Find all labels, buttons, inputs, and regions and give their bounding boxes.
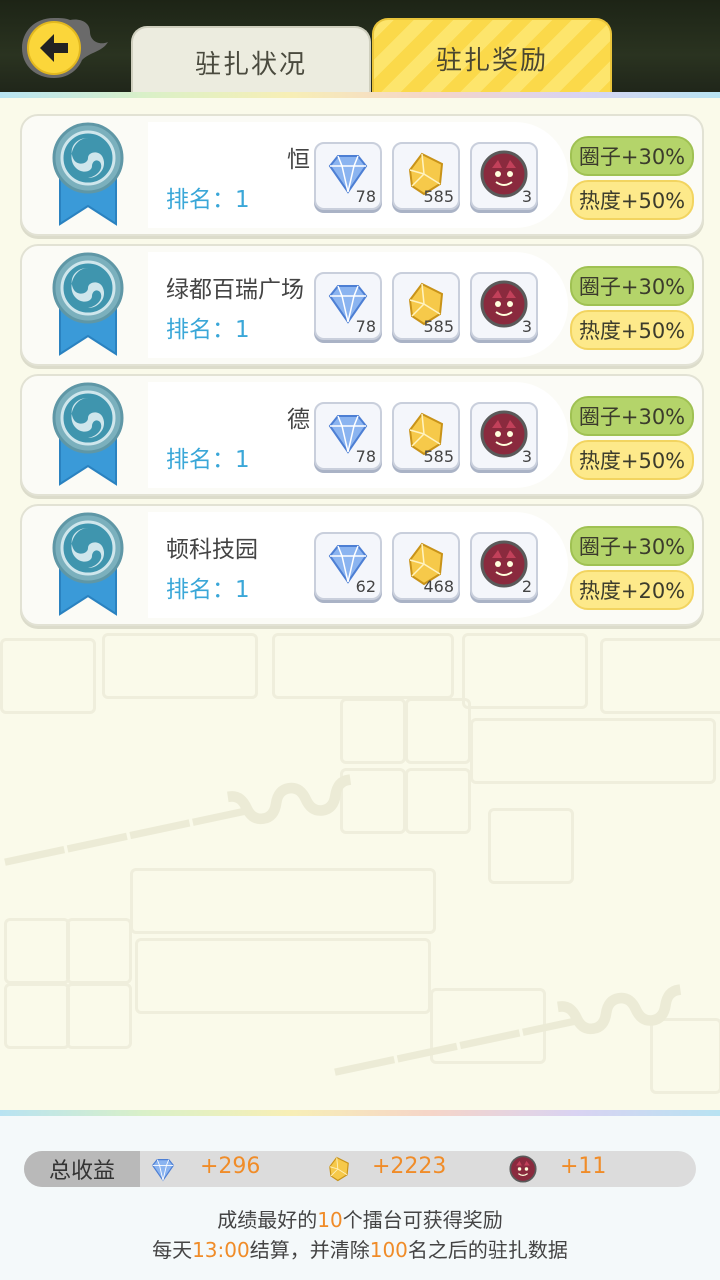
item-quantity: 468 xyxy=(423,577,454,596)
medal-icon xyxy=(52,382,124,486)
circle-bonus-badge: 圈子+30% xyxy=(570,526,694,566)
reward-item-diamond[interactable]: 78 xyxy=(314,272,382,340)
reward-item-gold-crystal[interactable]: 585 xyxy=(392,272,460,340)
reward-item-diamond[interactable]: 78 xyxy=(314,402,382,470)
bg-watermark: 〰 xyxy=(552,937,691,1094)
bg-pattern-box xyxy=(462,633,588,709)
item-quantity: 78 xyxy=(355,447,376,466)
reward-item-gold-crystal[interactable]: 468 xyxy=(392,532,460,600)
item-quantity: 2 xyxy=(521,577,532,596)
reward-item-monster-token[interactable]: 3 xyxy=(470,142,538,210)
reward-item-monster-token[interactable]: 3 xyxy=(470,272,538,340)
reward-item-monster-token[interactable]: 3 xyxy=(470,402,538,470)
heat-bonus-badge: 热度+20% xyxy=(570,570,694,610)
station-card: 恒 排名：1 78 585 3 圈子+30% 热度+50% xyxy=(20,114,704,236)
diamond-icon xyxy=(151,1159,175,1182)
medal-icon xyxy=(52,252,124,356)
total-diamond-value: +296 xyxy=(200,1154,261,1179)
rank-label: 排名：1 xyxy=(166,317,250,343)
reward-item-diamond[interactable]: 62 xyxy=(314,532,382,600)
reward-item-gold-crystal[interactable]: 585 xyxy=(392,402,460,470)
bg-pattern-box xyxy=(66,983,132,1049)
reward-item-gold-crystal[interactable]: 585 xyxy=(392,142,460,210)
back-button[interactable] xyxy=(18,12,110,82)
tab-station-status[interactable]: 驻扎状况 xyxy=(131,26,371,96)
heat-bonus-badge: 热度+50% xyxy=(570,440,694,480)
station-name: 绿都百瑞广场 xyxy=(166,277,304,303)
bg-pattern-box xyxy=(405,698,471,764)
item-quantity: 62 xyxy=(355,577,376,596)
reward-item-diamond[interactable]: 78 xyxy=(314,142,382,210)
note-highlight: 10 xyxy=(317,1208,343,1232)
rank-label: 排名：1 xyxy=(166,447,250,473)
medal-icon xyxy=(52,512,124,616)
item-quantity: 3 xyxy=(521,447,532,466)
item-quantity: 3 xyxy=(521,187,532,206)
bg-pattern-box xyxy=(0,638,96,714)
item-quantity: 3 xyxy=(521,317,532,336)
note-text: 个擂台可获得奖励 xyxy=(342,1208,503,1232)
bg-pattern-box xyxy=(340,698,406,764)
station-name: 德 xyxy=(287,407,310,433)
bg-pattern-box xyxy=(135,938,431,1014)
bg-pattern-box xyxy=(600,638,720,714)
note-text: 名之后的驻扎数据 xyxy=(407,1238,568,1262)
note-text: 结算，并清除 xyxy=(249,1238,370,1262)
total-income-label: 总收益 xyxy=(24,1151,140,1187)
reward-rule-note: 成绩最好的10个擂台可获得奖励 xyxy=(0,1204,720,1233)
bg-pattern-box xyxy=(272,633,454,699)
bg-pattern-box xyxy=(4,918,70,984)
bg-watermark: 〰 xyxy=(222,727,361,884)
circle-bonus-badge: 圈子+30% xyxy=(570,136,694,176)
note-text: 成绩最好的 xyxy=(217,1208,318,1232)
note-text: 每天 xyxy=(152,1238,193,1262)
tab-station-reward[interactable]: 驻扎奖励 xyxy=(372,18,612,96)
gold-crystal-icon xyxy=(329,1156,349,1182)
station-card: 绿都百瑞广场 排名：1 78 585 3 圈子+30% 热度+50% xyxy=(20,244,704,366)
item-quantity: 585 xyxy=(423,187,454,206)
item-quantity: 78 xyxy=(355,187,376,206)
station-card: 德 排名：1 78 585 3 圈子+30% 热度+50% xyxy=(20,374,704,496)
note-highlight: 13:00 xyxy=(192,1238,250,1262)
bg-pattern-box xyxy=(102,633,258,699)
bg-pattern-box xyxy=(66,918,132,984)
item-quantity: 585 xyxy=(423,447,454,466)
settlement-rule-note: 每天13:00结算，并清除100名之后的驻扎数据 xyxy=(0,1234,720,1263)
station-name: 顿科技园 xyxy=(166,537,258,563)
rank-label: 排名：1 xyxy=(166,577,250,603)
back-arrow-icon xyxy=(22,18,108,78)
total-gold-value: +2223 xyxy=(372,1154,447,1179)
note-highlight: 100 xyxy=(369,1238,408,1262)
circle-bonus-badge: 圈子+30% xyxy=(570,396,694,436)
item-quantity: 585 xyxy=(423,317,454,336)
circle-bonus-badge: 圈子+30% xyxy=(570,266,694,306)
station-name: 恒 xyxy=(287,147,310,173)
heat-bonus-badge: 热度+50% xyxy=(570,180,694,220)
bg-pattern-box xyxy=(488,808,574,884)
reward-item-monster-token[interactable]: 2 xyxy=(470,532,538,600)
item-quantity: 78 xyxy=(355,317,376,336)
bg-pattern-box xyxy=(4,983,70,1049)
heat-bonus-badge: 热度+50% xyxy=(570,310,694,350)
bg-pattern-box xyxy=(405,768,471,834)
medal-icon xyxy=(52,122,124,226)
monster-token-icon xyxy=(509,1155,537,1183)
rank-label: 排名：1 xyxy=(166,187,250,213)
bg-pattern-box xyxy=(470,718,716,784)
station-card: 顿科技园 排名：1 62 468 2 圈子+30% 热度+20% xyxy=(20,504,704,626)
total-monster-value: +11 xyxy=(560,1154,607,1179)
